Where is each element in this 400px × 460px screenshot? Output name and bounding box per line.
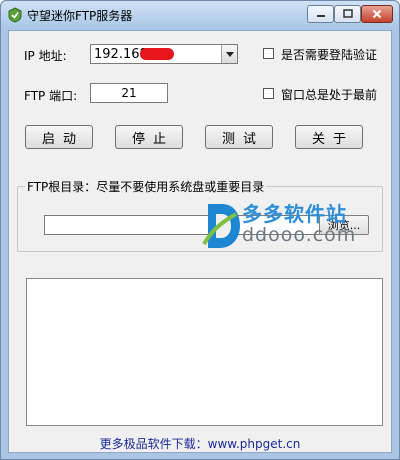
log-textarea[interactable] <box>26 278 383 426</box>
window-title: 守望迷你FTP服务器 <box>27 9 133 23</box>
title-bar[interactable]: 守望迷你FTP服务器 <box>1 1 399 29</box>
close-button[interactable] <box>361 5 393 23</box>
watermark-logo-icon <box>202 204 240 248</box>
minimize-button[interactable] <box>307 5 334 23</box>
always-on-top-label: 窗口总是处于最前 <box>281 88 378 102</box>
app-window: 守望迷你FTP服务器 IP 地址: 192.168 是否需要登陆验证 FTP 端… <box>0 0 400 460</box>
app-icon <box>8 7 22 23</box>
ftp-root-title: FTP根目录：尽量不要使用系统盘或重要目录 <box>25 178 267 195</box>
require-login-label: 是否需要登陆验证 <box>281 48 378 62</box>
test-button[interactable]: 测试 <box>205 125 273 149</box>
chevron-down-icon <box>225 51 234 57</box>
port-label: FTP 端口: <box>24 89 78 103</box>
watermark: 多多软件站 ddooo.com <box>202 196 392 258</box>
footer-link[interactable]: 更多极品软件下载：www.phpget.cn <box>9 435 391 452</box>
always-on-top-checkbox[interactable] <box>263 88 274 99</box>
stop-button[interactable]: 停止 <box>115 125 183 149</box>
require-login-checkbox[interactable] <box>263 48 274 59</box>
maximize-button[interactable] <box>334 5 361 23</box>
ip-label: IP 地址: <box>24 49 67 63</box>
maximize-icon <box>342 9 353 18</box>
minimize-icon <box>316 15 325 17</box>
start-button[interactable]: 启动 <box>25 125 93 149</box>
redaction-mark <box>140 48 174 60</box>
watermark-text-en: ddooo.com <box>242 224 357 246</box>
watermark-text-cn: 多多软件站 <box>242 202 347 226</box>
ip-address-combobox[interactable]: 192.168 <box>90 44 238 64</box>
main-panel: IP 地址: 192.168 是否需要登陆验证 FTP 端口: 21 窗口总是处… <box>8 30 392 453</box>
ip-dropdown-button[interactable] <box>221 45 237 63</box>
about-button[interactable]: 关于 <box>295 125 363 149</box>
port-input[interactable]: 21 <box>90 83 168 103</box>
close-icon <box>372 9 382 19</box>
